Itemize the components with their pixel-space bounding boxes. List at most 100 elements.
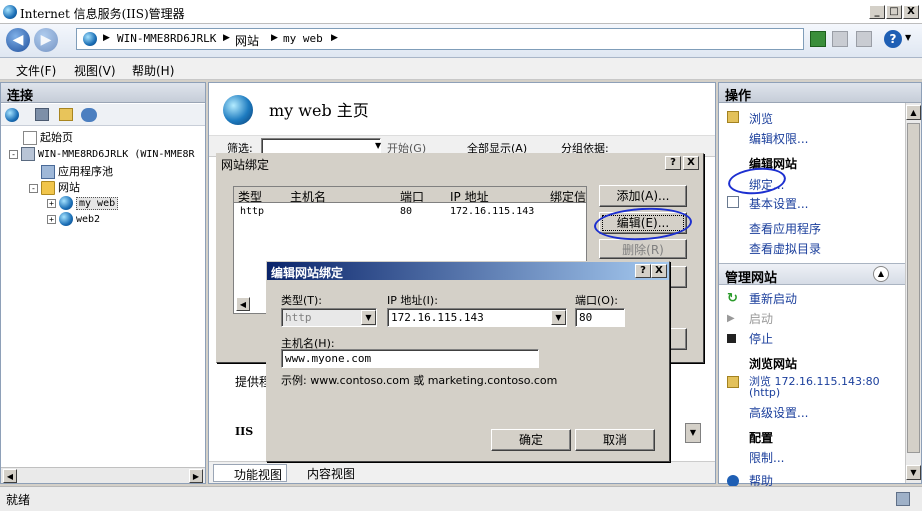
page-icon [23,131,37,145]
horizontal-scrollbar[interactable]: ◀ ▶ [1,467,205,483]
ok-button[interactable]: 确定 [491,429,571,451]
chevron-right-icon: ▶ [271,33,278,43]
chevron-down-icon[interactable]: ▼ [551,310,566,325]
column-port[interactable]: 端口 [400,188,424,205]
collapse-section-icon[interactable]: ▲ [873,266,889,282]
menu-view[interactable]: 视图(V) [74,62,116,79]
vertical-scrollbar[interactable]: ▲ ▼ [905,103,921,483]
scroll-down-icon[interactable]: ▼ [685,423,701,443]
app-pool-icon [41,165,55,179]
manage-site-header: 管理网站 ▲ [719,263,905,286]
chevron-down-icon[interactable]: ▼ [375,141,381,150]
view-tabs: 功能视图 内容视图 [209,461,715,483]
edit-dialog-close-button[interactable]: X [651,264,667,278]
tree-start-page[interactable]: 起始页 [23,129,73,145]
connections-toolbar [1,104,205,126]
address-bar[interactable]: ▶ WIN-MME8RD6JRLK ▶ 网站 ▶ my web ▶ [76,28,804,50]
host-name-field[interactable]: www.myone.com [281,349,539,368]
action-edit-permissions[interactable]: 编辑权限... [749,130,808,147]
dialog-title: 网站绑定 [221,158,270,172]
folder-icon [41,181,55,195]
tree-server[interactable]: - WIN-MME8RD6JRLK (WIN-MME8R [9,147,195,161]
table-row[interactable]: http 80 172.16.115.143 [234,206,586,220]
expand-icon[interactable]: + [47,214,56,224]
configure-heading: 配置 [749,431,774,445]
navigation-bar: ◀ ▶ ▶ WIN-MME8RD6JRLK ▶ 网站 ▶ my web ▶ ? … [0,24,922,58]
port-field[interactable]: 80 [575,308,625,327]
dialog-titlebar: 网站绑定 ? X [217,154,703,172]
example-text: 示例: www.contoso.com 或 marketing.contoso.… [281,374,558,387]
connections-header: 连接 [1,83,205,104]
ip-select[interactable]: 172.16.115.143 [387,308,567,327]
save-icon[interactable] [35,108,49,121]
action-restart[interactable]: 重新启动 [749,290,797,307]
scroll-down-icon[interactable]: ▼ [906,465,921,480]
scroll-left-icon[interactable]: ◀ [236,297,250,311]
column-type[interactable]: 类型 [238,188,262,205]
breadcrumb-server[interactable]: WIN-MME8RD6JRLK [117,32,216,45]
cancel-button[interactable]: 取消 [575,429,655,451]
edit-dialog-help-button[interactable]: ? [635,264,651,278]
menu-file[interactable]: 文件(F) [16,62,56,79]
action-start[interactable]: 启动 [749,310,773,327]
breadcrumb-sites[interactable]: 网站 [235,32,259,49]
tree-site-myweb[interactable]: + my web [47,196,119,210]
type-label: 类型(T): [281,294,323,307]
scroll-up-icon[interactable]: ▲ [906,105,921,120]
scroll-right-icon[interactable]: ▶ [189,469,203,483]
chevron-down-icon[interactable]: ▼ [905,33,911,42]
column-binding-info[interactable]: 绑定信 [550,188,586,205]
disconnect-icon[interactable] [81,108,97,122]
action-browse[interactable]: 浏览 [749,110,773,127]
action-advanced-settings[interactable]: 高级设置... [749,404,808,421]
port-label: 端口(O): [575,294,618,307]
action-stop[interactable]: 停止 [749,330,773,347]
dialog-help-button[interactable]: ? [665,156,681,170]
collapse-icon[interactable]: - [29,183,38,193]
menu-help[interactable]: 帮助(H) [132,62,174,79]
chevron-right-icon: ▶ [331,33,338,43]
dialog-close-button[interactable]: X [683,156,699,170]
up-icon[interactable] [59,108,73,121]
expand-icon[interactable]: + [47,198,56,208]
server-icon [21,147,35,161]
window-title: Internet 信息服务(IIS)管理器 [20,7,185,21]
settings-icon [727,196,739,208]
refresh-icon[interactable] [810,31,826,47]
tab-feature-view[interactable]: 功能视图 [213,464,288,482]
minimize-button[interactable]: _ [869,5,885,19]
column-ip[interactable]: IP 地址 [450,188,489,205]
tree-site-web2[interactable]: + web2 [47,212,100,226]
browse-icon [727,111,739,123]
action-basic-settings[interactable]: 基本设置... [749,195,808,212]
stop-icon[interactable] [832,31,848,47]
action-view-virtual-dirs[interactable]: 查看虚拟目录 [749,240,821,257]
collapse-icon[interactable]: - [9,149,18,159]
action-limits[interactable]: 限制... [749,449,784,466]
tab-content-view[interactable]: 内容视图 [291,465,355,482]
scrollbar-thumb[interactable] [907,123,920,453]
add-binding-button[interactable]: 添加(A)... [599,185,687,207]
page-title: my web 主页 [269,101,369,120]
maximize-button[interactable]: □ [886,5,902,19]
action-browse-protocol[interactable]: (http) [749,386,780,399]
ip-label: IP 地址(I): [387,294,438,307]
website-globe-icon [223,95,253,125]
forward-button[interactable]: ▶ [34,28,58,52]
home-icon[interactable] [856,31,872,47]
chevron-down-icon[interactable]: ▼ [361,310,376,325]
tree-sites[interactable]: - 网站 [29,179,80,195]
actions-panel: 操作 浏览 编辑权限... 编辑网站 绑定... 基本设置... 查看应用程序 … [718,82,922,488]
iis-app-icon [3,5,17,19]
help-icon[interactable]: ? [884,30,902,48]
column-host[interactable]: 主机名 [290,188,326,205]
back-button[interactable]: ◀ [6,28,30,52]
connect-icon[interactable] [5,108,19,122]
action-view-applications[interactable]: 查看应用程序 [749,220,821,237]
close-button[interactable]: X [903,5,919,19]
breadcrumb-site[interactable]: my web [283,32,323,45]
tree-app-pools[interactable]: 应用程序池 [41,163,113,179]
remove-binding-button[interactable]: 删除(R) [599,239,687,259]
start-icon: ▶ [727,313,735,324]
scroll-left-icon[interactable]: ◀ [3,469,17,483]
